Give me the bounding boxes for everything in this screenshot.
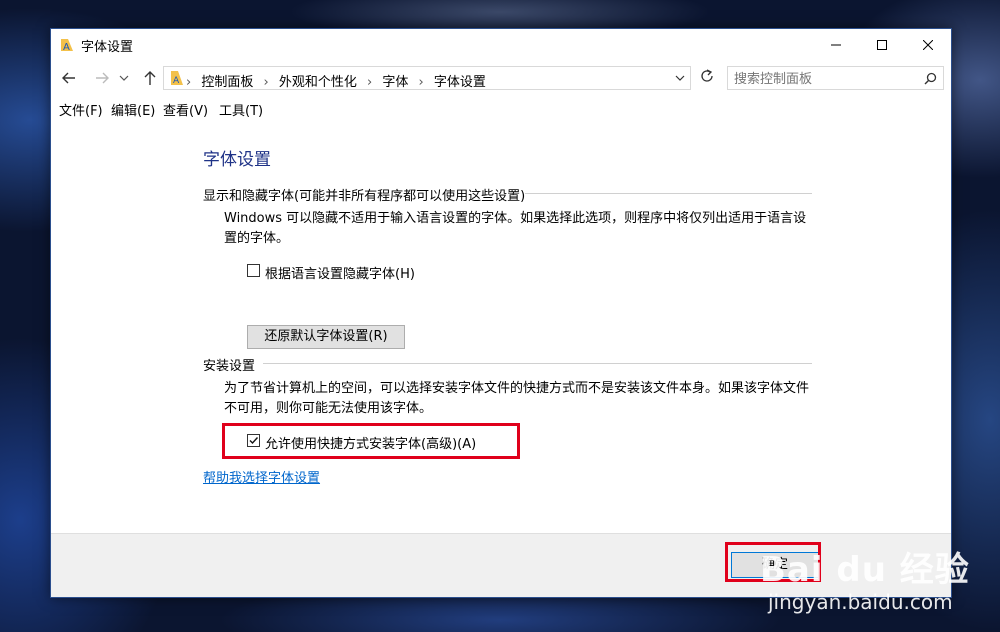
- chevron-down-icon: [675, 75, 685, 81]
- show-hide-section-header: 显示和隐藏字体(可能并非所有程序都可以使用这些设置): [203, 189, 526, 204]
- close-icon: [923, 40, 933, 50]
- folder-font-icon: A: [59, 37, 75, 53]
- maximize-icon: [877, 40, 887, 50]
- arrow-right-icon: [96, 72, 109, 84]
- arrow-left-icon: [62, 72, 75, 84]
- refresh-icon: [701, 69, 713, 82]
- maximize-button[interactable]: [859, 29, 905, 61]
- refresh-button[interactable]: [699, 67, 715, 89]
- menu-bar: 文件(F) 编辑(E) 查看(V) 工具(T): [51, 97, 951, 119]
- install-description: 为了节省计算机上的空间，可以选择安装字体文件的快捷方式而不是安装该文件本身。如果…: [224, 381, 810, 416]
- watermark-url: jingyan.baidu.com: [768, 590, 953, 614]
- control-panel-icon: A: [170, 70, 184, 90]
- menu-edit[interactable]: 编辑(E): [111, 100, 155, 119]
- content-area: 字体设置 显示和隐藏字体(可能并非所有程序都可以使用这些设置) Windows …: [51, 121, 951, 533]
- restore-default-button[interactable]: 还原默认字体设置(R): [247, 325, 405, 349]
- address-bar[interactable]: A › 控制面板 › 外观和个性化 › 字体 › 字体设置: [163, 66, 691, 90]
- breadcrumb-separator-icon: ›: [186, 75, 192, 90]
- font-settings-window: A 字体设置 A › 控制面板 › 外观和个性化 › 字体 › 字体设置 搜索控…: [50, 28, 952, 598]
- svg-text:A: A: [173, 76, 180, 86]
- search-input[interactable]: [728, 67, 916, 91]
- watermark-brand: Bai du 经验: [760, 550, 970, 590]
- menu-view[interactable]: 查看(V): [163, 100, 208, 119]
- svg-text:A: A: [63, 42, 70, 53]
- breadcrumb-item-fonts[interactable]: 字体: [382, 75, 408, 90]
- forward-button[interactable]: [91, 67, 113, 89]
- breadcrumb-separator-icon[interactable]: ›: [264, 75, 269, 90]
- hide-fonts-label[interactable]: 根据语言设置隐藏字体(H): [265, 263, 415, 282]
- breadcrumb-separator-icon[interactable]: ›: [367, 75, 372, 90]
- window-title: 字体设置: [81, 40, 134, 55]
- chevron-down-icon: [119, 75, 129, 81]
- show-hide-description: Windows 可以隐藏不适用于输入语言设置的字体。如果选择此选项，则程序中将仅…: [224, 211, 807, 246]
- hide-fonts-checkbox[interactable]: [247, 264, 260, 277]
- up-button[interactable]: [139, 67, 161, 89]
- arrow-up-icon: [144, 71, 156, 85]
- address-dropdown-button[interactable]: [674, 72, 686, 88]
- help-link[interactable]: 帮助我选择字体设置: [203, 467, 320, 486]
- install-section-header: 安装设置: [203, 359, 256, 374]
- search-box[interactable]: [727, 66, 944, 91]
- breadcrumb-separator-icon[interactable]: ›: [419, 75, 424, 90]
- breadcrumb: › 控制面板 › 外观和个性化 › 字体 › 字体设置: [186, 71, 492, 90]
- title-bar[interactable]: A 字体设置: [51, 29, 951, 61]
- section-divider: [525, 193, 812, 194]
- breadcrumb-item-control-panel[interactable]: 控制面板: [201, 75, 253, 90]
- recent-locations-button[interactable]: [117, 67, 131, 89]
- highlight-box: [222, 423, 520, 459]
- menu-file[interactable]: 文件(F): [59, 100, 103, 119]
- search-icon[interactable]: [924, 72, 937, 89]
- minimize-button[interactable]: [813, 29, 859, 61]
- page-title: 字体设置: [203, 150, 271, 170]
- navigation-bar: A › 控制面板 › 外观和个性化 › 字体 › 字体设置: [51, 63, 951, 93]
- minimize-icon: [831, 44, 841, 46]
- close-button[interactable]: [905, 29, 951, 61]
- section-divider: [263, 363, 812, 364]
- breadcrumb-item-appearance[interactable]: 外观和个性化: [279, 75, 357, 90]
- back-button[interactable]: [59, 67, 81, 89]
- menu-tools[interactable]: 工具(T): [219, 100, 263, 119]
- breadcrumb-item-font-settings[interactable]: 字体设置: [434, 75, 486, 90]
